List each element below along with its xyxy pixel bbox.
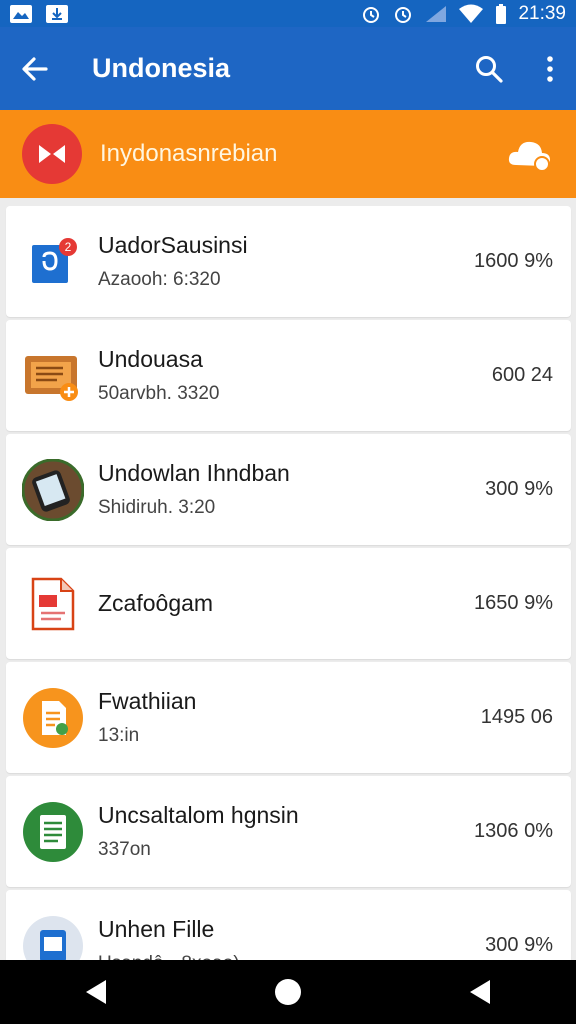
- svg-text:2: 2: [65, 240, 72, 254]
- item-subtitle: Shidiruh. 3:20: [98, 497, 216, 518]
- navigation-bar: [0, 960, 576, 1024]
- app-bar: Undonesia: [0, 27, 576, 110]
- item-name: Fwathiian: [98, 688, 197, 714]
- cloud-icon[interactable]: [506, 135, 554, 173]
- status-time: 21:39: [518, 2, 566, 24]
- home-icon[interactable]: [273, 977, 303, 1007]
- item-name: UadorSausinsi: [98, 232, 248, 258]
- list-item[interactable]: Undouasa 50arvbh. 3320 600 24: [6, 320, 571, 431]
- list-item[interactable]: 2 UadorSausinsi Azaooh: 6:320 1600 9%: [6, 206, 571, 317]
- arrow-left-icon[interactable]: [20, 54, 50, 84]
- alarm-icon: [363, 6, 380, 23]
- item-value: 300 9%: [485, 478, 553, 500]
- blue-doc-badge-icon: 2: [22, 231, 84, 293]
- item-subtitle: Azaooh: 6:320: [98, 269, 221, 290]
- list-item[interactable]: Undowlan Ihndban Shidiruh. 3:20 300 9%: [6, 434, 571, 545]
- alarm-icon: [395, 6, 412, 23]
- item-name: Undouasa: [98, 346, 203, 372]
- status-bar: 21:39: [0, 0, 576, 27]
- orange-doc-icon: [22, 687, 84, 749]
- gallery-icon: [10, 4, 32, 23]
- banner-text: Inydonasnrebian: [100, 140, 278, 167]
- list-item[interactable]: Fwathiian 13:in 1495 06: [6, 662, 571, 773]
- item-value: 1306 0%: [474, 820, 553, 842]
- list-item[interactable]: Uncsaltalom hgnsin 337on 1306 0%: [6, 776, 571, 887]
- item-name: Unhen Fille: [98, 916, 215, 942]
- more-vert-icon[interactable]: [544, 54, 556, 84]
- red-doc-icon: [22, 573, 84, 635]
- item-value: 1600 9%: [474, 250, 553, 272]
- item-name: Zcafoôgam: [98, 590, 214, 616]
- account-banner[interactable]: Inydonasnrebian: [0, 110, 576, 198]
- item-value: 600 24: [491, 364, 553, 386]
- search-icon[interactable]: [474, 54, 504, 84]
- item-name: Uncsaltalom hgnsin: [98, 802, 299, 828]
- item-value: 1650 9%: [474, 592, 553, 614]
- wifi-icon: [459, 4, 484, 23]
- recents-icon[interactable]: [465, 977, 495, 1007]
- list-item[interactable]: Zcafoôgam 1650 9%: [6, 548, 571, 659]
- file-list: 2 UadorSausinsi Azaooh: 6:320 1600 9% Un…: [6, 206, 571, 1004]
- item-name: Undowlan Ihndban: [98, 460, 290, 486]
- app-logo-icon: [22, 124, 82, 184]
- back-icon[interactable]: [81, 977, 111, 1007]
- page-title: Undonesia: [92, 53, 231, 83]
- signal-icon: [426, 5, 447, 22]
- item-subtitle: 50arvbh. 3320: [98, 383, 220, 404]
- green-doc-icon: [22, 801, 84, 863]
- phone-photo-icon: [22, 458, 84, 521]
- download-icon: [46, 4, 68, 23]
- item-subtitle: 337on: [98, 839, 151, 860]
- item-value: 1495 06: [480, 706, 553, 728]
- battery-icon: [496, 3, 507, 24]
- item-value: 300 9%: [485, 934, 553, 956]
- item-subtitle: 13:in: [98, 725, 140, 746]
- folder-doc-icon: [22, 345, 84, 407]
